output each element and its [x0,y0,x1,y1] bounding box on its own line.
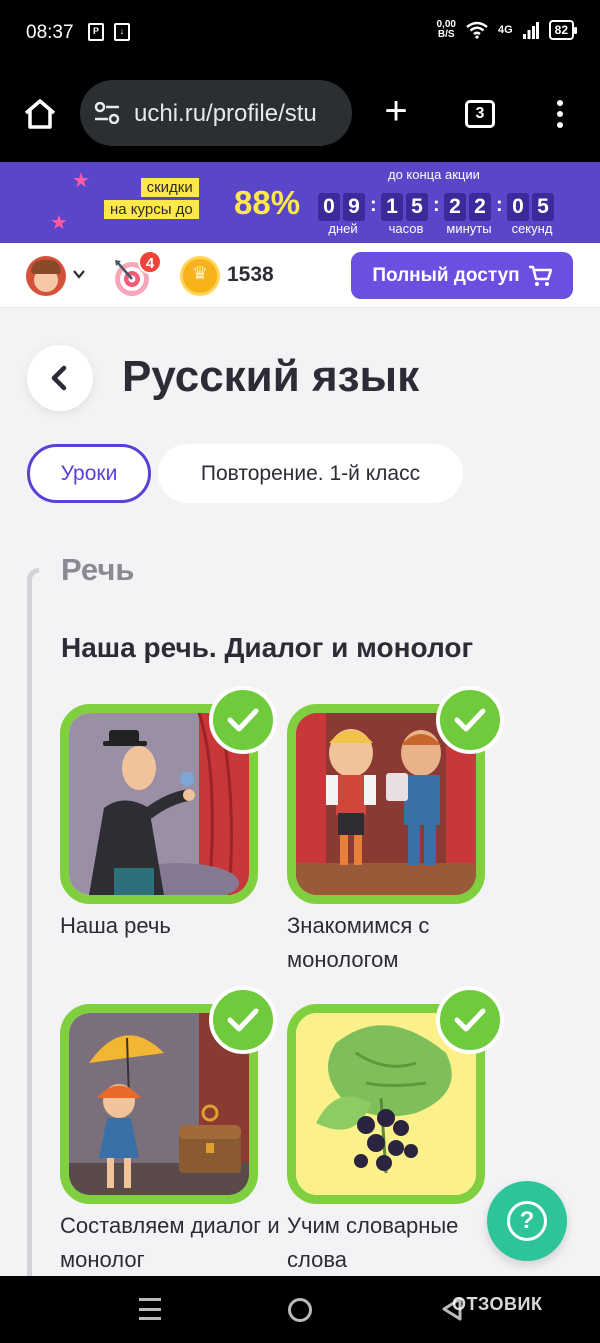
back-button[interactable] [27,345,93,411]
star-icon: ★ [50,212,68,234]
network-type: 4G [497,24,513,36]
timeline-line [27,568,39,1288]
lesson-title[interactable]: Наша речь [60,909,280,943]
notification-icons: P ↓ [88,23,130,41]
chevron-down-icon[interactable] [72,267,86,281]
star-icon: ★ [72,170,90,192]
signal-icon [522,22,539,39]
timer-digit: 5 [532,193,554,221]
url-text[interactable]: uchi.ru/profile/stu [134,100,344,128]
timer-digit: 2 [444,193,466,221]
timer-label-days: дней [328,221,358,236]
download-notification-icon: ↓ [114,23,130,41]
browser-menu-icon[interactable] [548,96,572,132]
question-icon: ? [507,1201,547,1241]
completed-check-icon [209,686,277,754]
target-count-badge: 4 [138,250,162,274]
completed-check-icon [436,686,504,754]
status-bar: 08:37 P ↓ 0,00 B/S 4G 82 [0,0,600,66]
promo-until-label: до конца акции [388,167,480,182]
status-right: 0,00 B/S 4G 82 [436,19,578,40]
section-title: Речь [61,552,135,587]
timer-separator: : [433,194,440,216]
timer-separator: : [496,194,503,216]
timer-label-minutes: минуты [446,221,492,236]
timer-digit: 2 [469,193,491,221]
discount-label: скидки на курсы до [104,178,199,219]
timer-digit: 0 [318,193,340,221]
battery-indicator: 82 [548,20,578,40]
timer-label-hours: часов [388,221,424,236]
completed-check-icon [436,986,504,1054]
timer-separator: : [370,194,377,216]
parking-notification-icon: P [88,23,104,41]
address-bar[interactable]: uchi.ru/profile/stu [80,80,352,146]
discount-percent: 88% [234,184,301,221]
site-settings-icon[interactable] [94,102,120,124]
completed-check-icon [209,986,277,1054]
app-header: 4 1538 Полный доступ [0,243,600,308]
net-speed: 0,00 B/S [436,19,456,40]
chevron-left-icon [51,365,67,391]
help-button[interactable]: ? [487,1181,567,1261]
lesson-title[interactable]: Знакомимся с монологом [287,909,507,977]
coin-balance: 1538 [227,263,274,286]
full-access-button[interactable]: Полный доступ [351,252,573,299]
page-title: Русский язык [122,352,420,401]
home-icon[interactable] [22,96,58,132]
browser-toolbar: uchi.ru/profile/stu + 3 [0,66,600,162]
watermark: ОТЗОВИК [452,1294,543,1314]
wifi-icon [466,21,488,39]
system-nav-bar: ОТЗОВИК [0,1276,600,1343]
tab-lessons[interactable]: Уроки [27,444,151,503]
tab-switcher-button[interactable]: 3 [465,100,495,128]
cart-icon [528,265,552,286]
recent-apps-icon[interactable] [139,1298,161,1320]
timer-digit: 5 [406,193,428,221]
coin-icon [180,256,220,296]
new-tab-button[interactable]: + [378,91,414,131]
timer-digit: 0 [507,193,529,221]
timer-digit: 9 [343,193,365,221]
topic-title: Наша речь. Диалог и монолог [61,632,474,663]
lesson-title[interactable]: Учим словарные слова [287,1209,507,1277]
home-circle-icon[interactable] [288,1298,312,1322]
lesson-title[interactable]: Составляем диалог и монолог [60,1209,280,1277]
status-time: 08:37 [26,22,74,43]
tab-review[interactable]: Повторение. 1-й класс [158,444,463,503]
timer-label-seconds: секунд [511,221,553,236]
avatar[interactable] [26,256,66,296]
timer-digit: 1 [381,193,403,221]
